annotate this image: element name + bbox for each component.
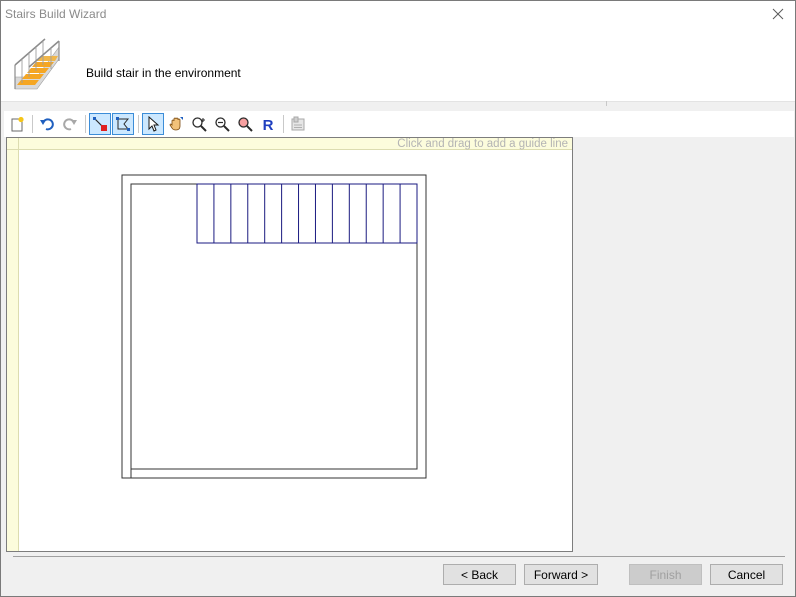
draw-node-icon [93,117,107,131]
guide-line-hint: Click and drag to add a guide line [397,138,568,150]
header-description: Build stair in the environment [86,66,241,80]
stair-icon [14,38,60,90]
back-button[interactable]: < Back [443,564,516,585]
zoom-fit-icon [238,117,253,132]
cancel-button[interactable]: Cancel [710,564,783,585]
editor-toolbar: R [4,111,794,137]
ruler-vertical[interactable] [7,138,19,551]
room-inner-wall [130,183,418,470]
new-button[interactable] [6,113,28,135]
footer-separator [13,556,785,557]
title-bar: Stairs Build Wizard [1,1,795,27]
reset-view-label: R [263,117,274,132]
ruler-corner [7,138,19,150]
zoom-in-icon [192,117,207,132]
toolbar-separator [32,115,33,133]
window-title: Stairs Build Wizard [5,7,107,21]
stair-canvas[interactable]: Click and drag to add a guide line [6,137,573,552]
undo-icon [40,118,54,131]
forward-button[interactable]: Forward > [524,564,598,585]
zoom-in-button[interactable] [188,113,210,135]
undo-button[interactable] [36,113,58,135]
toolbar-separator [138,115,139,133]
draw-polygon-button[interactable] [112,113,134,135]
wizard-header: Build stair in the environment [1,27,795,101]
select-pointer-icon [148,116,160,132]
close-icon [772,8,784,20]
reset-view-button[interactable]: R [257,113,279,135]
zoom-out-icon [215,117,230,132]
wizard-window: Stairs Build Wizard Build stair in the e… [0,0,796,597]
ruler-horizontal[interactable]: Click and drag to add a guide line [7,138,572,150]
zoom-fit-button[interactable] [234,113,256,135]
properties-icon [291,116,305,131]
header-separator-tick [606,101,607,106]
select-button[interactable] [142,113,164,135]
zoom-out-button[interactable] [211,113,233,135]
draw-polygon-icon [116,117,130,131]
redo-icon [63,118,77,131]
reset-view-icon: R [263,117,274,132]
pan-button[interactable] [165,113,187,135]
toolbar-separator [283,115,284,133]
properties-button[interactable] [287,113,309,135]
stair-treads [213,184,401,243]
stair-outline [196,183,418,244]
close-button[interactable] [761,1,795,27]
finish-button[interactable]: Finish [629,564,702,585]
new-icon [11,116,24,132]
pan-hand-icon [169,117,183,131]
header-separator [1,101,795,107]
toolbar-separator [85,115,86,133]
room-outer-wall [121,174,427,479]
draw-node-button[interactable] [89,113,111,135]
stair-drawing [121,174,427,479]
redo-button[interactable] [59,113,81,135]
